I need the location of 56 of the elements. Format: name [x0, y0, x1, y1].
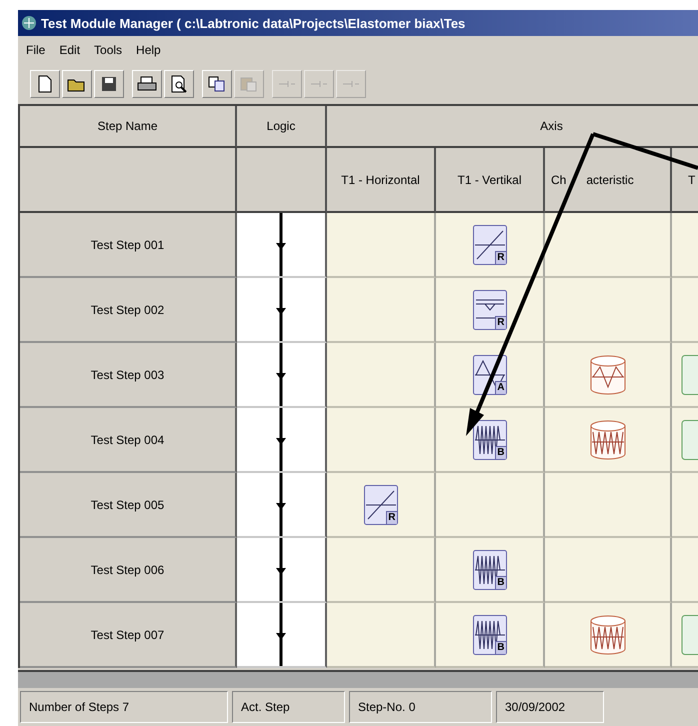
step-name-cell[interactable]: Test Step 006: [20, 538, 237, 603]
window-title: Test Module Manager ( c:\Labtronic data\Projects\Elastomer biax\Tes: [41, 16, 466, 30]
mode-letter: R: [495, 250, 506, 264]
step-name-cell[interactable]: Test Step 001: [20, 213, 237, 278]
mode-letter: A: [495, 380, 506, 394]
step-name-cell[interactable]: Test Step 003: [20, 343, 237, 408]
toolbar-button[interactable]: [164, 70, 194, 98]
mode-letter: R: [495, 316, 506, 328]
drum-waveform-icon: [590, 354, 626, 394]
copy-icon: [208, 76, 226, 92]
column-header: Logic: [237, 106, 327, 148]
status-pane: Step-No. 0: [349, 691, 492, 723]
step-arrow-icon: [278, 78, 296, 90]
mode-letter: R: [386, 510, 396, 524]
toolbar-button[interactable]: [62, 70, 92, 98]
column-header: T1 - Horizontal: [327, 148, 436, 213]
step-name-cell[interactable]: Test Step 002: [20, 278, 237, 343]
new-document-icon: [37, 75, 53, 93]
menu-item[interactable]: Help: [136, 43, 161, 57]
mode-letter: B: [495, 640, 506, 654]
paste-icon: [240, 76, 258, 92]
table-cell: [672, 213, 698, 278]
mode-letter: B: [495, 576, 506, 588]
printer-icon: [137, 76, 157, 92]
flow-arrow-icon: [275, 473, 287, 536]
column-header: acteristic: [586, 172, 634, 186]
mode-letter: B: [495, 446, 506, 458]
column-header: Ch: [551, 172, 566, 186]
toolbar-button[interactable]: [94, 70, 124, 98]
step-name-cell[interactable]: Test Step 004: [20, 408, 237, 473]
app-icon: [21, 15, 37, 31]
step-name-cell[interactable]: Test Step 007: [20, 603, 237, 668]
step-arrow-icon: [310, 78, 328, 90]
flow-arrow-icon: [275, 408, 287, 471]
status-pane: 30/09/2002: [496, 691, 604, 723]
step-name-cell[interactable]: Test Step 005: [20, 473, 237, 538]
step-arrow-icon: [342, 78, 360, 90]
column-header: T1 - Vertikal: [436, 148, 545, 213]
toolbar-button[interactable]: [202, 70, 232, 98]
status-pane: Number of Steps 7: [20, 691, 228, 723]
horizontal-scrollbar[interactable]: [18, 670, 698, 688]
flow-arrow-icon: [275, 278, 287, 341]
drum-waveform-icon: [590, 420, 626, 460]
flow-arrow-icon: [275, 343, 287, 406]
status-pane: Act. Step: [232, 691, 345, 723]
flow-arrow-icon: [275, 538, 287, 601]
column-header: Step Name: [20, 106, 237, 148]
menu-item[interactable]: Tools: [94, 43, 122, 57]
print-preview-icon: [170, 75, 188, 93]
menu-item[interactable]: File: [26, 43, 46, 57]
flow-arrow-icon: [275, 213, 287, 276]
drum-waveform-icon: [590, 614, 626, 654]
flow-arrow-icon: [275, 603, 287, 666]
toolbar-button[interactable]: [30, 70, 60, 98]
toolbar-button[interactable]: [132, 70, 162, 98]
menu-item[interactable]: Edit: [59, 43, 80, 57]
